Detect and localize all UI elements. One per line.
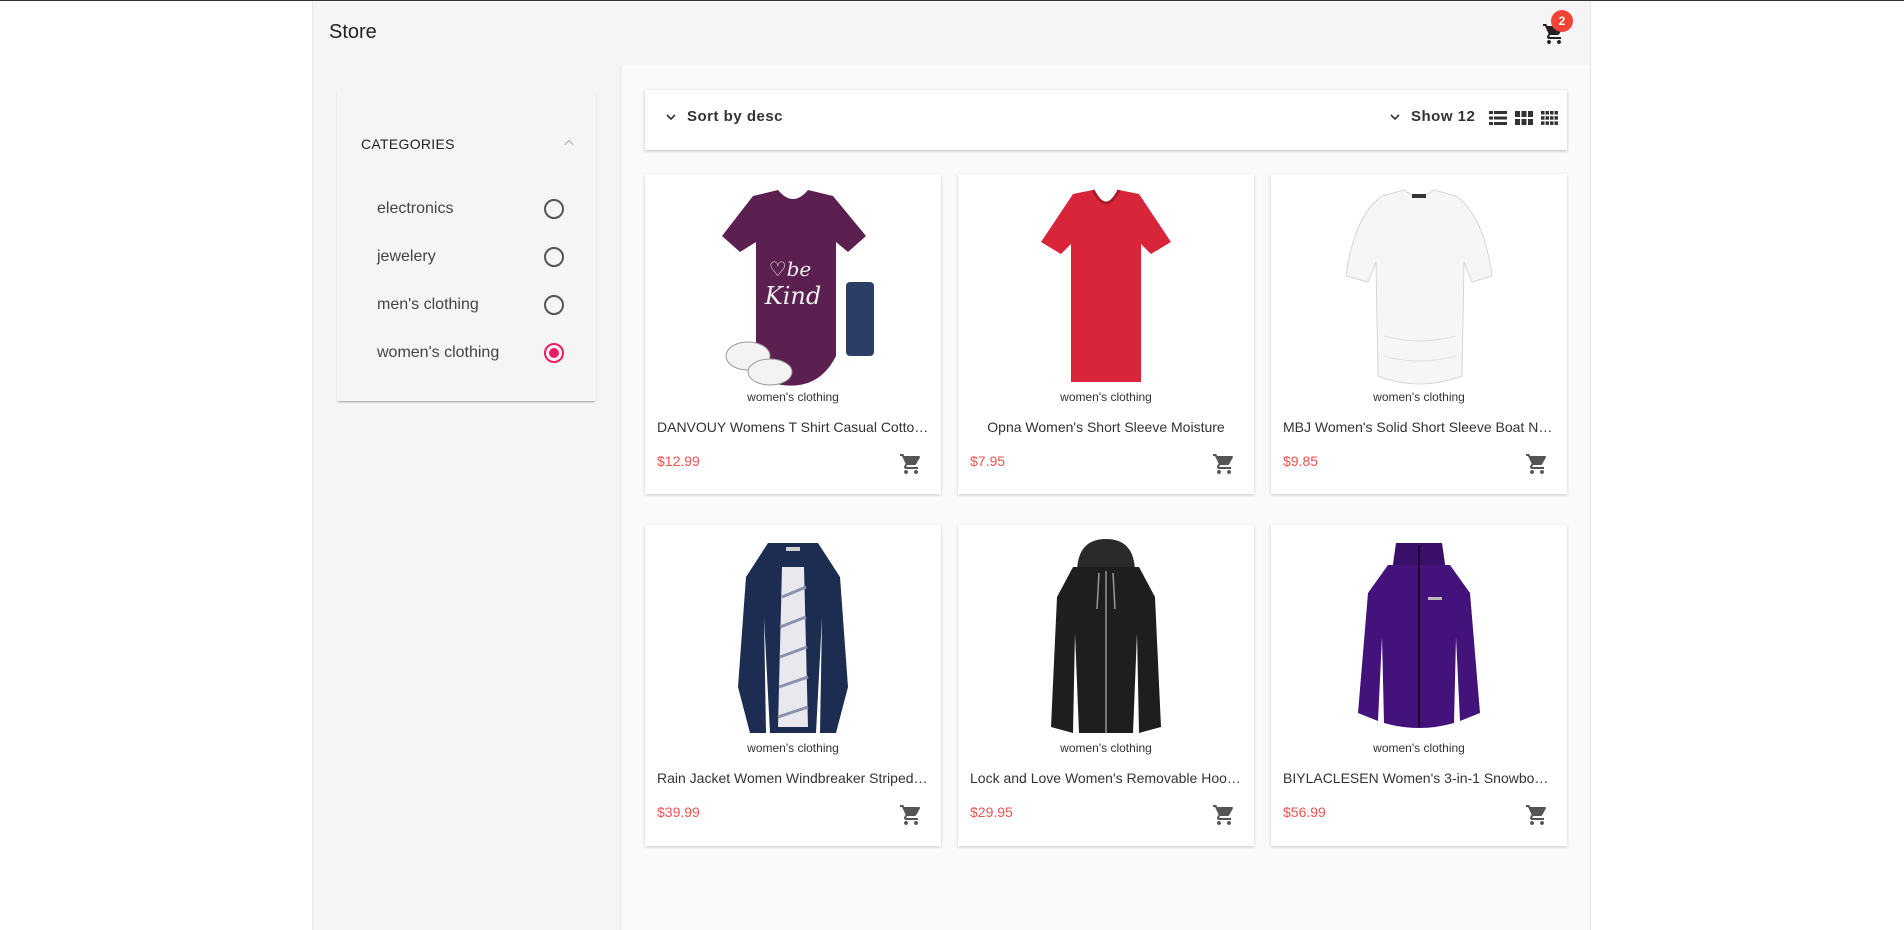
- product-image[interactable]: [1271, 186, 1567, 392]
- add-to-cart-icon: [1213, 805, 1234, 825]
- chest-logo: [1428, 597, 1442, 600]
- product-category: women's clothing: [1373, 390, 1465, 404]
- product-title[interactable]: BIYLACLESEN Women's 3-in-1 Snowboard Jac…: [1283, 770, 1555, 786]
- product-card[interactable]: women's clothing Rain Jacket Women Windb…: [645, 525, 941, 846]
- shirt-print: ♡be: [769, 257, 812, 281]
- category-radio[interactable]: [544, 199, 564, 219]
- product-price: $7.95: [970, 453, 1006, 469]
- collar-tag: [786, 547, 800, 551]
- grid-view-icon: [1515, 111, 1533, 125]
- black-leather-jacket-image: [1051, 539, 1161, 733]
- category-radio[interactable]: [544, 295, 564, 315]
- add-to-cart-icon: [900, 805, 921, 825]
- add-to-cart-icon: [1526, 454, 1547, 474]
- show-count-label: Show 12: [1411, 108, 1476, 125]
- product-image[interactable]: [958, 186, 1254, 392]
- compact-grid-icon: [1541, 111, 1558, 125]
- store-app: Store 2 CATEGORIES electronics jewelery …: [312, 1, 1591, 930]
- add-to-cart-button[interactable]: [899, 803, 923, 827]
- categories-title: CATEGORIES: [361, 136, 455, 152]
- category-option-womens-clothing[interactable]: women's clothing: [377, 333, 587, 373]
- add-to-cart-button[interactable]: [1525, 803, 1549, 827]
- product-category: women's clothing: [747, 741, 839, 755]
- category-option-jewelery[interactable]: jewelery: [377, 237, 587, 277]
- chevron-up-icon: [564, 139, 574, 146]
- collapse-categories-button[interactable]: [559, 133, 579, 153]
- product-category: women's clothing: [1060, 390, 1152, 404]
- cart-count-badge: 2: [1551, 10, 1573, 32]
- shirt-body: [1345, 189, 1493, 385]
- sort-dropdown[interactable]: Sort by desc: [663, 108, 783, 125]
- category-label: women's clothing: [377, 344, 500, 361]
- red-tshirt-image: [1041, 189, 1171, 382]
- category-radio-selected[interactable]: [544, 343, 564, 363]
- add-to-cart-button[interactable]: [1212, 803, 1236, 827]
- category-label: electronics: [377, 200, 454, 217]
- chevron-down-icon: [1390, 113, 1400, 120]
- product-title[interactable]: MBJ Women's Solid Short Sleeve Boat Neck…: [1283, 419, 1555, 435]
- grid-view-button[interactable]: [1513, 107, 1535, 129]
- category-option-mens-clothing[interactable]: men's clothing: [377, 285, 587, 325]
- shirt-print: Kind: [764, 282, 821, 310]
- product-image[interactable]: ♡be Kind: [645, 186, 941, 392]
- product-card[interactable]: ♡be Kind women's clothing DANVOUY Womens…: [645, 174, 941, 494]
- product-category: women's clothing: [1060, 741, 1152, 755]
- category-radio[interactable]: [544, 247, 564, 267]
- product-price: $9.85: [1283, 453, 1319, 469]
- product-card[interactable]: women's clothing MBJ Women's Solid Short…: [1271, 174, 1567, 494]
- product-title[interactable]: Lock and Love Women's Removable Hooded F…: [970, 770, 1242, 786]
- product-title[interactable]: Opna Women's Short Sleeve Moisture: [970, 419, 1242, 435]
- shirt-label: [1412, 194, 1426, 198]
- purple-tshirt-image: ♡be Kind: [722, 190, 874, 386]
- sneaker-prop: [747, 358, 793, 386]
- add-to-cart-button[interactable]: [899, 452, 923, 476]
- radio-dot: [549, 348, 559, 358]
- category-label: men's clothing: [377, 296, 479, 313]
- chevron-down-icon: [666, 113, 676, 120]
- app-header: Store 2: [313, 1, 1590, 65]
- white-top-image: [1345, 189, 1493, 385]
- product-category: women's clothing: [1373, 741, 1465, 755]
- product-image[interactable]: [645, 537, 941, 743]
- product-image[interactable]: [958, 537, 1254, 743]
- add-to-cart-button[interactable]: [1212, 452, 1236, 476]
- product-title[interactable]: DANVOUY Womens T Shirt Casual Cotton Sho…: [657, 419, 929, 435]
- product-card[interactable]: women's clothing Lock and Love Women's R…: [958, 525, 1254, 846]
- categories-panel: CATEGORIES electronics jewelery men's cl…: [337, 89, 596, 401]
- add-to-cart-icon: [1213, 454, 1234, 474]
- show-count-dropdown[interactable]: Show 12: [1387, 108, 1475, 125]
- sidebar: CATEGORIES electronics jewelery men's cl…: [313, 65, 621, 930]
- purple-snow-jacket-image: [1358, 543, 1480, 728]
- add-to-cart-button[interactable]: [1525, 452, 1549, 476]
- product-price: $56.99: [1283, 804, 1326, 820]
- add-to-cart-icon: [1526, 805, 1547, 825]
- category-option-electronics[interactable]: electronics: [377, 189, 587, 229]
- category-label: jewelery: [377, 248, 436, 265]
- product-image[interactable]: [1271, 537, 1567, 743]
- compact-grid-view-button[interactable]: [1539, 107, 1561, 129]
- product-price: $12.99: [657, 453, 700, 469]
- shirt-body: [1041, 190, 1171, 382]
- product-price: $39.99: [657, 804, 700, 820]
- jeans-prop: [846, 282, 874, 356]
- navy-raincoat-image: [738, 543, 848, 733]
- product-category: women's clothing: [747, 390, 839, 404]
- product-title[interactable]: Rain Jacket Women Windbreaker Striped Cl…: [657, 770, 929, 786]
- list-view-icon: [1489, 111, 1507, 125]
- product-card[interactable]: women's clothing Opna Women's Short Slee…: [958, 174, 1254, 494]
- product-toolbar: Sort by desc Show 12: [645, 90, 1567, 150]
- add-to-cart-icon: [900, 454, 921, 474]
- store-title: Store: [329, 21, 377, 43]
- product-price: $29.95: [970, 804, 1013, 820]
- sort-label: Sort by desc: [687, 108, 784, 125]
- list-view-button[interactable]: [1487, 107, 1509, 129]
- view-mode-toggle: [1487, 107, 1561, 129]
- product-card[interactable]: women's clothing BIYLACLESEN Women's 3-i…: [1271, 525, 1567, 846]
